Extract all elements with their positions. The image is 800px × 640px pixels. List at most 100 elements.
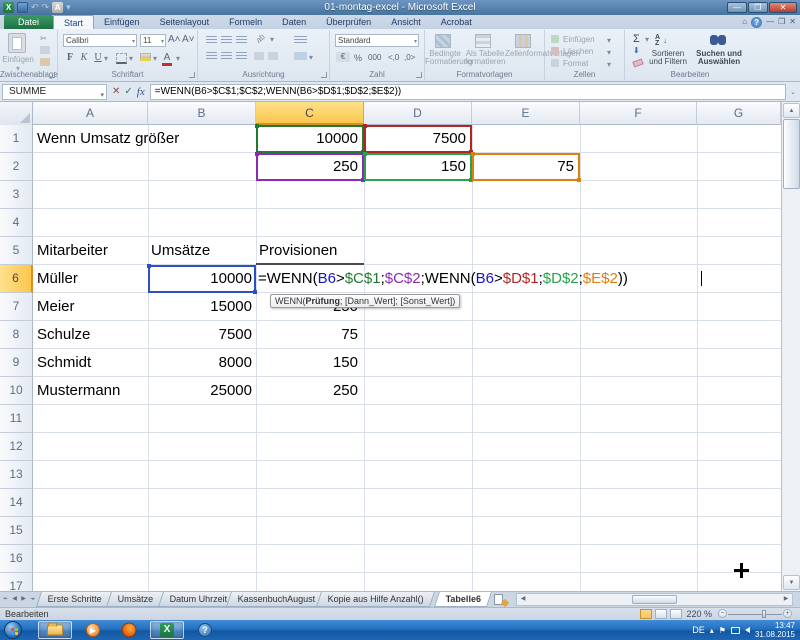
cell-a9[interactable]: Schmidt <box>37 349 147 377</box>
tab-datei[interactable]: Datei <box>4 15 53 29</box>
page-break-view-icon[interactable] <box>670 609 682 619</box>
zoom-out-icon[interactable]: − <box>718 609 727 618</box>
column-header-a[interactable]: A <box>33 102 148 125</box>
zahl-dialog-launcher[interactable] <box>416 72 422 78</box>
zoom-track[interactable] <box>728 614 782 615</box>
cell-a10[interactable]: Mustermann <box>37 377 147 405</box>
conditional-formatting-icon[interactable] <box>435 34 451 48</box>
cell-a8[interactable]: Schulze <box>37 321 147 349</box>
vertical-scrollbar[interactable]: ▲ ▼ <box>781 102 800 591</box>
tab-daten[interactable]: Daten <box>272 15 316 29</box>
underline-dropdown-icon[interactable]: ▾ <box>104 54 108 63</box>
cell-b1[interactable] <box>148 125 252 153</box>
formula-input[interactable]: =WENN(B6>$C$1;$C$2;WENN(B6>$D$1;$D$2;$E$… <box>150 84 786 100</box>
insert-function-icon[interactable]: fx <box>137 86 145 98</box>
page-layout-view-icon[interactable] <box>655 609 667 619</box>
cell-a5[interactable]: Mitarbeiter <box>37 237 147 265</box>
horizontal-scroll-thumb[interactable] <box>632 595 677 604</box>
zoom-level[interactable]: 220 % <box>686 609 712 619</box>
increase-indent-icon[interactable] <box>268 52 278 60</box>
autosum-icon[interactable]: Σ <box>633 33 640 45</box>
italic-button[interactable]: K <box>78 52 90 63</box>
paste-button[interactable]: Einfügen <box>0 55 36 64</box>
volume-icon[interactable] <box>745 627 750 633</box>
scroll-left-icon[interactable]: ◀ <box>518 595 528 604</box>
tab-ueberpruefen[interactable]: Überprüfen <box>316 15 381 29</box>
insert-cells-dropdown-icon[interactable]: ▾ <box>607 36 611 45</box>
sheet-tab-umsaetze[interactable]: Umsätze <box>106 592 164 607</box>
taskbar-firefox-button[interactable] <box>112 621 146 639</box>
tab-formeln[interactable]: Formeln <box>219 15 272 29</box>
pin-ribbon-icon[interactable]: ⌂ <box>742 16 747 28</box>
cell-b10[interactable]: 25000 <box>148 377 252 405</box>
column-header-c[interactable]: C <box>256 102 364 125</box>
row-header-17[interactable]: 17 <box>0 573 33 591</box>
paste-icon[interactable] <box>8 33 26 53</box>
row-header-3[interactable]: 3 <box>0 181 33 209</box>
find-select-button[interactable]: Suchen und Auswählen <box>691 50 747 66</box>
close-button[interactable]: ✕ <box>769 2 797 13</box>
cell-c9[interactable]: 150 <box>256 349 358 377</box>
sheet-tab-tabelle6[interactable]: Tabelle6 <box>434 592 492 607</box>
cell-c5[interactable]: Provisionen <box>256 237 364 265</box>
align-left-icon[interactable] <box>206 52 217 60</box>
increase-font-icon[interactable]: A˄ <box>168 34 180 45</box>
scroll-down-icon[interactable]: ▼ <box>783 575 800 590</box>
comma-style-icon[interactable]: 000 <box>368 53 381 62</box>
cell-styles-icon[interactable] <box>515 34 531 48</box>
align-right-icon[interactable] <box>236 52 247 60</box>
scroll-right-icon[interactable]: ▶ <box>781 595 791 604</box>
number-format-select[interactable]: Standard▾ <box>335 34 419 47</box>
workbook-restore-icon[interactable]: ❐ <box>778 16 785 28</box>
cancel-icon[interactable]: ✕ <box>112 86 120 97</box>
format-cells-button[interactable]: Format <box>563 59 588 68</box>
format-cells-icon[interactable] <box>551 59 559 67</box>
clock[interactable]: 13:47 31.08.2015 <box>755 621 798 639</box>
autosum-dropdown-icon[interactable]: ▾ <box>645 35 649 44</box>
align-center-icon[interactable] <box>221 52 232 60</box>
workbook-minimize-icon[interactable]: — <box>766 16 774 28</box>
cell-c8[interactable]: 75 <box>256 321 358 349</box>
underline-button[interactable]: U <box>92 52 104 63</box>
zoom-in-icon[interactable]: + <box>783 609 792 618</box>
format-painter-icon[interactable] <box>40 58 50 66</box>
tab-start[interactable]: Start <box>53 15 94 29</box>
taskbar-mediaplayer-button[interactable]: ▶ <box>76 621 110 639</box>
formula-bar-expand-icon[interactable]: ⌄ <box>786 88 800 96</box>
row-header-12[interactable]: 12 <box>0 433 33 461</box>
row-header-15[interactable]: 15 <box>0 517 33 545</box>
row-header-2[interactable]: 2 <box>0 153 33 181</box>
cell-b8[interactable]: 7500 <box>148 321 252 349</box>
show-hidden-icons[interactable]: ▴ <box>710 626 714 635</box>
zwischenablage-dialog-launcher[interactable] <box>49 72 55 78</box>
orientation-icon[interactable]: ab <box>254 32 267 45</box>
insert-cells-icon[interactable] <box>551 35 559 43</box>
column-header-e[interactable]: E <box>472 102 580 125</box>
column-header-f[interactable]: F <box>580 102 697 125</box>
font-size-select[interactable]: 11▾ <box>140 34 166 47</box>
cell-a7[interactable]: Meier <box>37 293 147 321</box>
first-sheet-icon[interactable]: ⯬ <box>2 594 9 605</box>
taskbar-help-button[interactable]: ? <box>188 621 222 639</box>
sort-filter-icon[interactable]: A Z ↓ <box>655 34 671 47</box>
name-box-dropdown-icon[interactable]: ▾ <box>100 89 104 103</box>
decrease-font-icon[interactable]: A˅ <box>182 34 194 45</box>
prev-sheet-icon[interactable]: ◀ <box>11 594 18 605</box>
fill-color-icon[interactable] <box>140 53 151 61</box>
scroll-up-icon[interactable]: ▲ <box>783 103 800 118</box>
row-header-13[interactable]: 13 <box>0 461 33 489</box>
font-color-icon[interactable]: A <box>162 52 172 66</box>
sheet-tab-kopie-aus-hilfe[interactable]: Kopie aus Hilfe Anzahl() <box>316 592 435 607</box>
ausrichtung-dialog-launcher[interactable] <box>321 72 327 78</box>
minimize-button[interactable]: — <box>727 2 747 13</box>
row-header-10[interactable]: 10 <box>0 377 33 405</box>
action-center-icon[interactable]: ⚑ <box>719 626 726 635</box>
row-header-8[interactable]: 8 <box>0 321 33 349</box>
insert-cells-button[interactable]: Einfügen <box>563 35 595 44</box>
copy-icon[interactable] <box>40 46 50 54</box>
row-header-6[interactable]: 6 <box>0 265 33 293</box>
align-middle-icon[interactable] <box>221 36 232 44</box>
delete-cells-icon[interactable] <box>551 47 559 55</box>
increase-decimal-icon[interactable]: ˂,0 <box>388 53 399 62</box>
name-box[interactable]: SUMME▾ <box>2 84 107 100</box>
